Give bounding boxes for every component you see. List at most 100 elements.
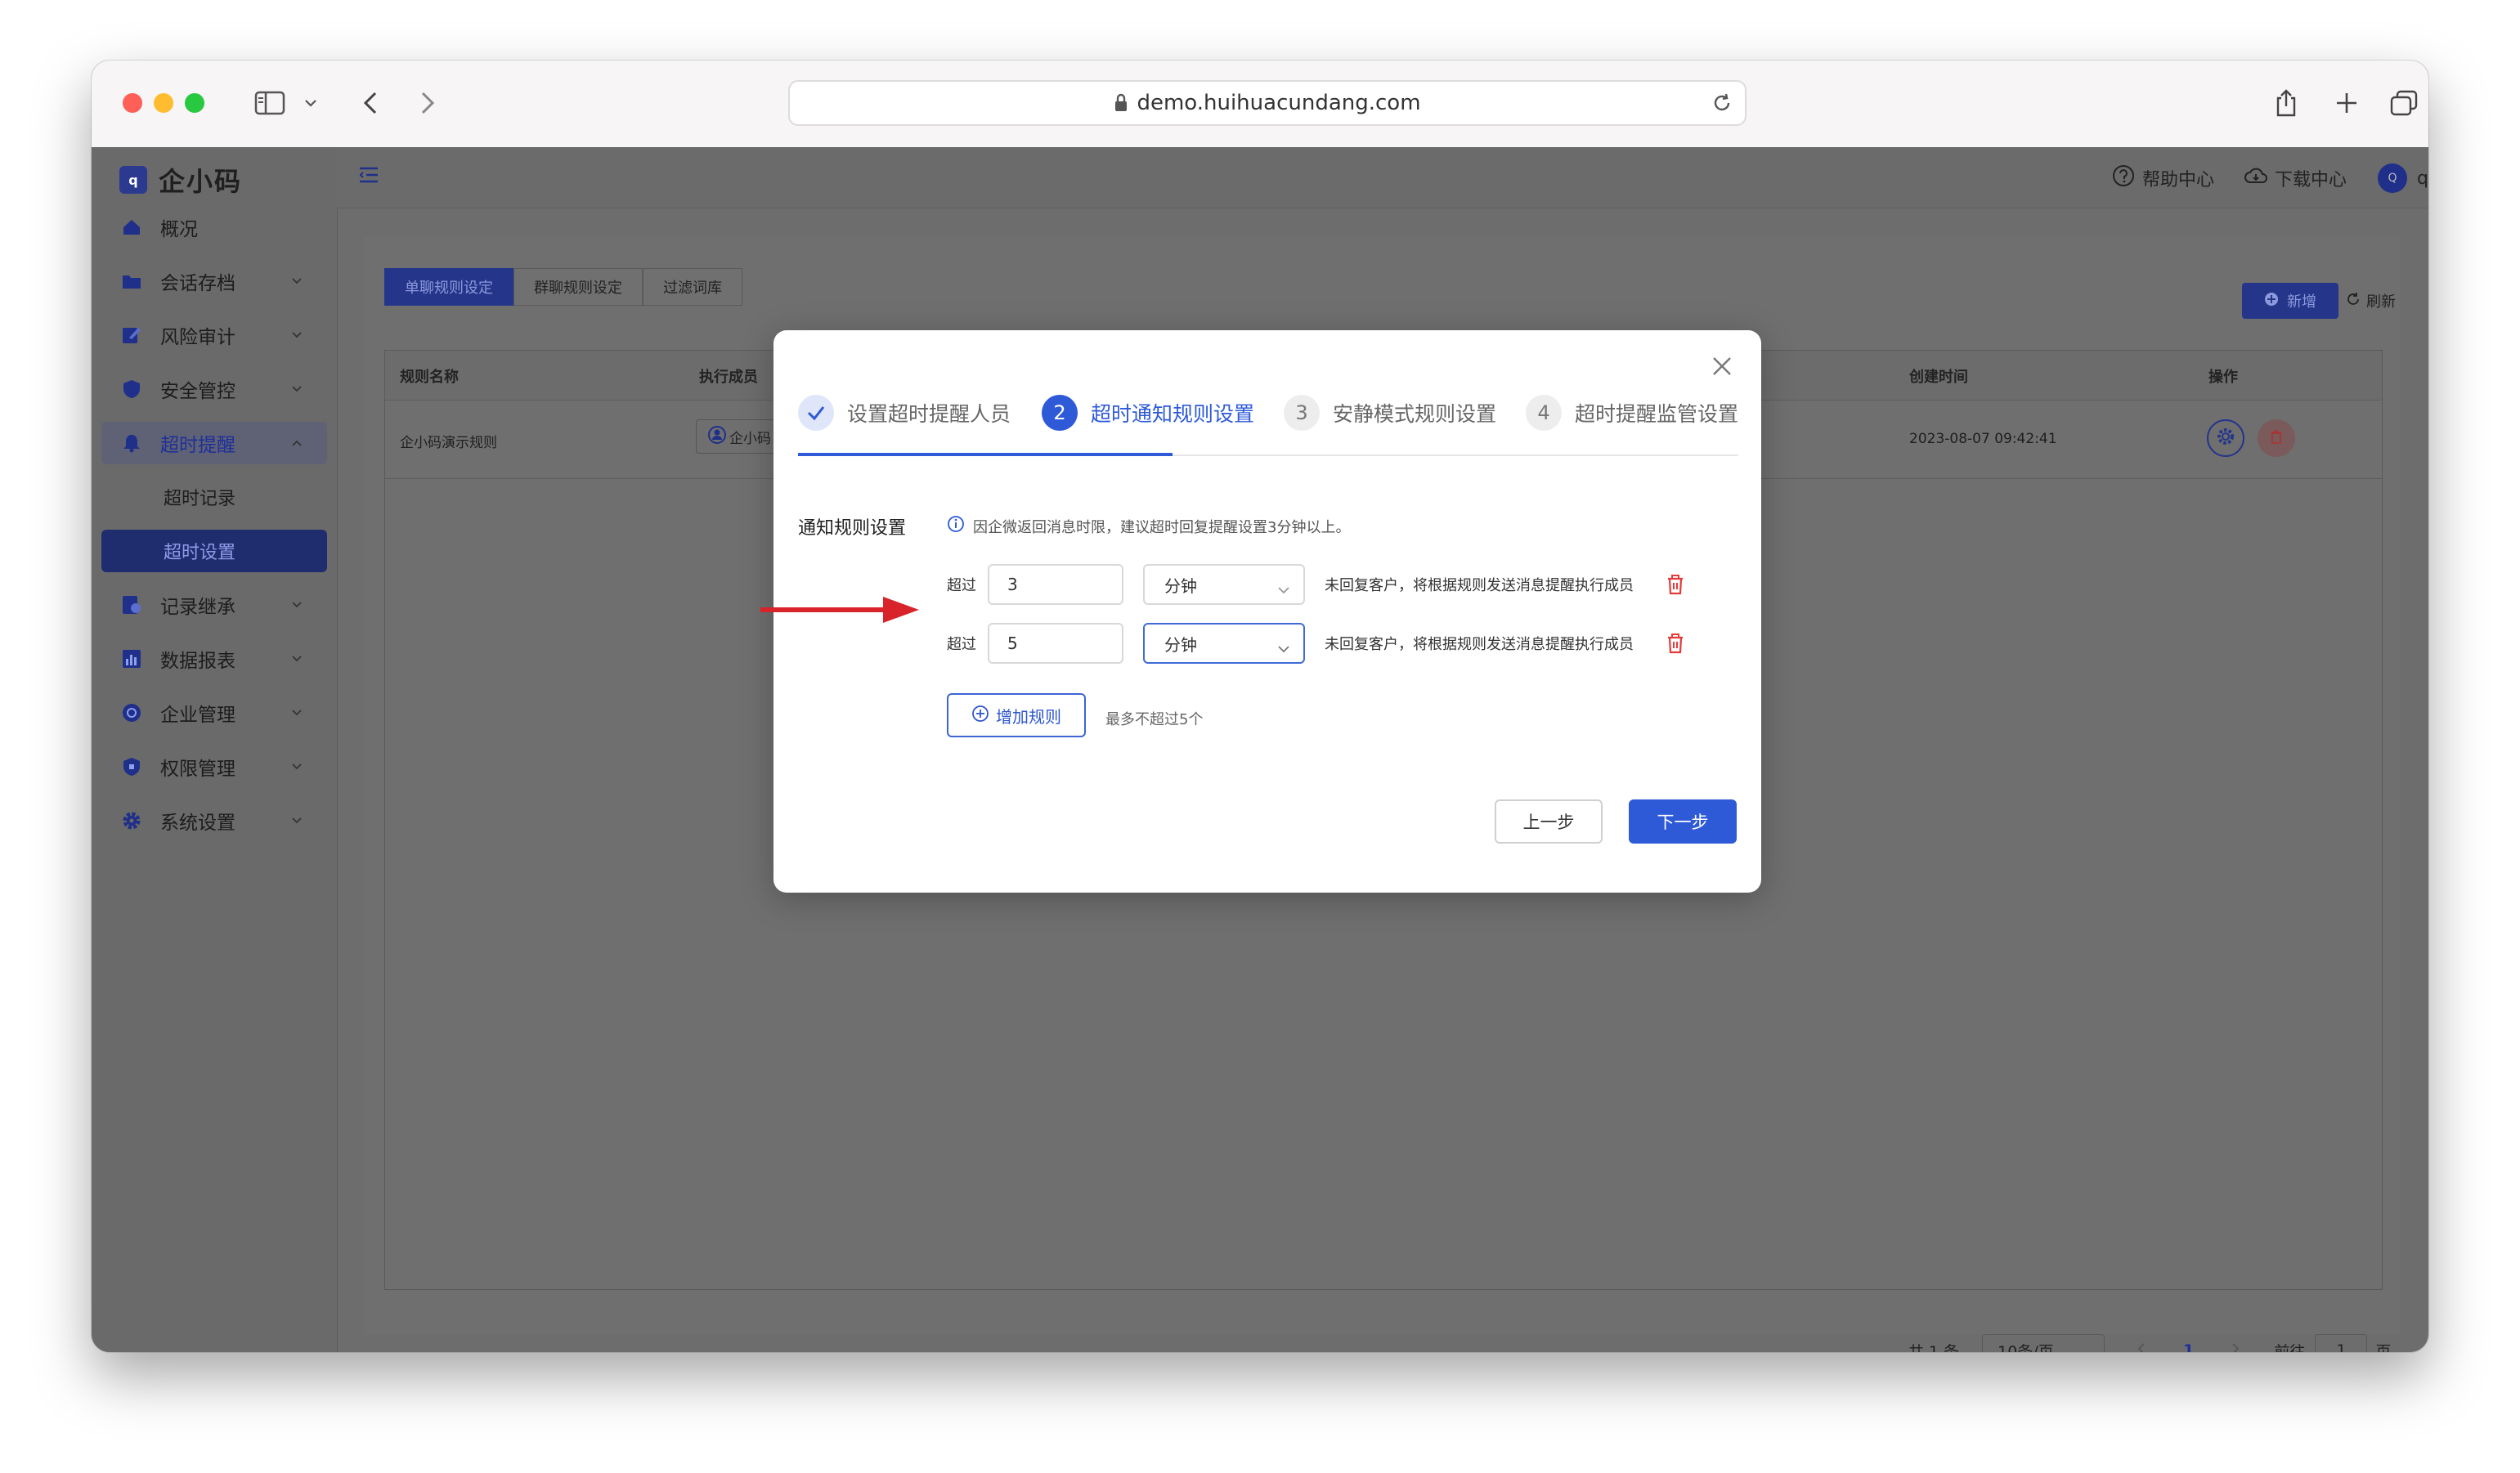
- inherit-icon: [121, 594, 142, 616]
- section-label: 通知规则设置: [798, 518, 907, 539]
- delete-row-button[interactable]: [2258, 419, 2295, 457]
- sidebar-item-session-archive[interactable]: 会话存档: [101, 260, 327, 302]
- prev-page-icon[interactable]: [2137, 1341, 2146, 1352]
- page-size-select[interactable]: 10条/页: [1982, 1334, 2105, 1352]
- address-bar[interactable]: demo.huihuacundang.com: [788, 80, 1747, 126]
- edit-icon: [121, 325, 142, 346]
- next-step-button[interactable]: 下一步: [1629, 799, 1737, 844]
- close-window-button[interactable]: [123, 93, 142, 113]
- column-members: 执行成员: [699, 369, 758, 386]
- timeout-value-input[interactable]: 5: [988, 623, 1123, 664]
- cloud-download-icon: [2244, 166, 2268, 190]
- menu-fold-icon[interactable]: [358, 165, 379, 188]
- share-icon[interactable]: [2271, 85, 2301, 121]
- sidebar-item-overview[interactable]: 概况: [101, 206, 327, 248]
- app-header: 帮助中心 下载中心 Q qixiaoma: [337, 147, 2428, 208]
- download-center-link[interactable]: 下载中心: [2244, 163, 2347, 193]
- column-rule-name: 规则名称: [400, 369, 459, 386]
- reload-icon[interactable]: [1711, 92, 1733, 118]
- app-logo[interactable]: q 企小码: [119, 162, 242, 198]
- column-created: 创建时间: [1909, 369, 1968, 386]
- help-center-link[interactable]: 帮助中心: [2111, 163, 2214, 193]
- trash-icon[interactable]: [1666, 574, 1684, 595]
- settings-button[interactable]: [2207, 419, 2244, 457]
- chart-icon: [121, 648, 142, 669]
- new-tab-icon[interactable]: [2332, 85, 2361, 121]
- add-rule-button[interactable]: 增加规则: [947, 693, 1086, 737]
- close-icon[interactable]: [1707, 351, 1737, 381]
- trash-icon[interactable]: [1666, 633, 1684, 654]
- username: qixiaoma: [2417, 168, 2428, 189]
- step-3[interactable]: 3 安静模式规则设置: [1284, 394, 1496, 432]
- add-rule-button[interactable]: 新增: [2242, 283, 2338, 319]
- info-hint: 因企微返回消息时限，建议超时回复提醒设置3分钟以上。: [947, 515, 1350, 537]
- lock-icon: [1115, 93, 1128, 111]
- sidebar-item-timeout-alert[interactable]: 超时提醒: [101, 422, 327, 464]
- question-icon: [2111, 163, 2136, 193]
- back-icon[interactable]: [358, 85, 383, 121]
- browser-toolbar: demo.huihuacundang.com: [92, 60, 2428, 148]
- folder-icon: [121, 271, 142, 292]
- sidebar-item-enterprise[interactable]: 企业管理: [101, 692, 327, 734]
- shield-icon: [121, 378, 142, 400]
- page-number-current[interactable]: 1: [2183, 1341, 2194, 1352]
- sidebar-item-data-report[interactable]: 数据报表: [101, 638, 327, 680]
- tab-filter-words[interactable]: 过滤词库: [643, 268, 742, 306]
- bell-icon: [121, 432, 142, 454]
- tab-overview-icon[interactable]: [2388, 85, 2420, 121]
- chevron-down-icon: [291, 813, 303, 828]
- tab-single-chat-rules[interactable]: 单聊规则设定: [384, 268, 513, 306]
- user-menu[interactable]: Q qixiaoma: [2378, 163, 2428, 193]
- logo-text: 企小码: [159, 166, 243, 197]
- chevron-down-icon: [1277, 579, 1290, 598]
- avatar: Q: [2378, 163, 2407, 193]
- rule-row-1: 超过 3 分钟 未回复客户，将根据规则发送消息提醒执行成员: [947, 564, 1684, 605]
- sidebar-subitem-timeout-records[interactable]: 超时记录: [101, 476, 327, 518]
- lock-shield-icon: [121, 756, 142, 777]
- timeout-unit-select[interactable]: 分钟: [1143, 564, 1305, 605]
- rule-tabs: 单聊规则设定 群聊规则设定 过滤词库: [384, 268, 742, 306]
- chevron-up-icon: [291, 435, 303, 450]
- rule-row-2: 超过 5 分钟 未回复客户，将根据规则发送消息提醒执行成员: [947, 623, 1684, 664]
- step-4[interactable]: 4 超时提醒监管设置: [1526, 394, 1738, 432]
- sidebar-item-security[interactable]: 安全管控: [101, 368, 327, 410]
- next-page-icon[interactable]: [2231, 1341, 2240, 1352]
- sidebar-item-risk-audit[interactable]: 风险审计: [101, 314, 327, 356]
- sidebar-item-system-settings[interactable]: 系统设置: [101, 799, 327, 842]
- zoom-window-button[interactable]: [185, 93, 204, 113]
- chevron-down-icon: [291, 759, 303, 774]
- chevron-down-icon: [291, 597, 303, 612]
- org-icon: [121, 702, 142, 723]
- minimize-window-button[interactable]: [154, 93, 173, 113]
- rule-name-cell: 企小码演示规则: [400, 435, 497, 451]
- annotation-arrow: [760, 593, 924, 629]
- trash-icon: [2270, 429, 2283, 447]
- sidebar-subitem-timeout-settings[interactable]: 超时设置: [101, 530, 327, 572]
- sidebar-item-record-inherit[interactable]: 记录继承: [101, 584, 327, 626]
- timeout-unit-select[interactable]: 分钟: [1143, 623, 1305, 664]
- timeout-value-input[interactable]: 3: [988, 564, 1123, 605]
- sidebar-item-permissions[interactable]: 权限管理: [101, 745, 327, 788]
- chevron-down-icon: [291, 651, 303, 666]
- tab-group-chat-rules[interactable]: 群聊规则设定: [513, 268, 643, 306]
- sidebar-toggle-icon[interactable]: [252, 85, 288, 121]
- goto-label: 前往: [2274, 1342, 2306, 1353]
- url-text: demo.huihuacundang.com: [1137, 91, 1421, 115]
- plus-circle-icon: [971, 705, 989, 727]
- chevron-down-icon[interactable]: [301, 85, 321, 121]
- pagination: 共 1 条 10条/页 1 前往 1 页: [1908, 1332, 2391, 1352]
- sidebar: q 企小码 概况 会话存档 风险审计 安全管控 超时提醒 超时记录 超时设置 记…: [92, 147, 338, 1352]
- previous-step-button[interactable]: 上一步: [1495, 799, 1603, 844]
- gear-icon: [121, 810, 142, 831]
- info-icon: [947, 515, 965, 537]
- home-icon: [121, 217, 142, 238]
- step-1[interactable]: 设置超时提醒人员: [798, 394, 1011, 432]
- goto-page-input[interactable]: 1: [2315, 1334, 2368, 1352]
- chevron-down-icon: [291, 705, 303, 720]
- chevron-down-icon: [291, 381, 303, 396]
- refresh-button[interactable]: 刷新: [2345, 283, 2396, 319]
- column-actions: 操作: [2208, 369, 2238, 386]
- step-2[interactable]: 2 超时通知规则设置: [1042, 394, 1254, 432]
- step-number: 3: [1284, 395, 1320, 431]
- forward-icon[interactable]: [415, 85, 440, 121]
